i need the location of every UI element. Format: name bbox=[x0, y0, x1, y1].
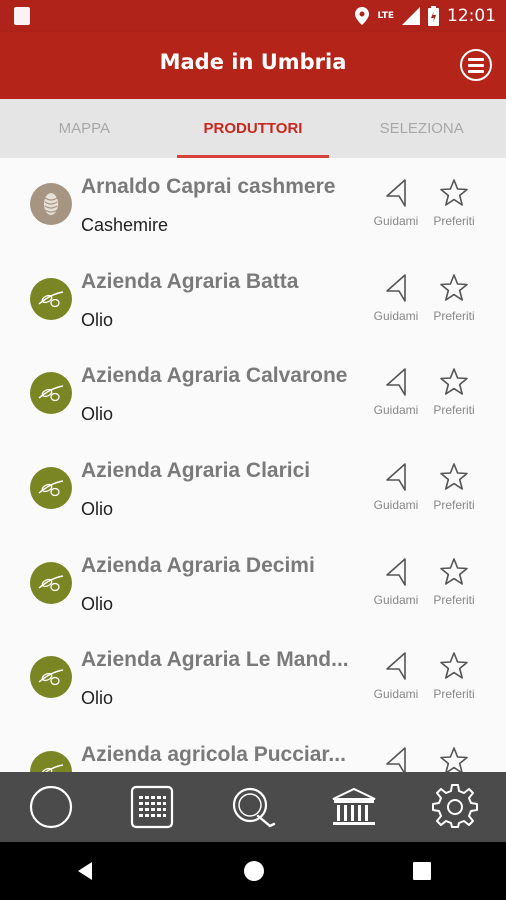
guidami-button[interactable]: Guidami bbox=[368, 651, 424, 701]
guidami-button[interactable]: Guidami bbox=[368, 462, 424, 512]
producer-name: Azienda agricola Pucciar... bbox=[81, 743, 346, 767]
recents-icon[interactable] bbox=[412, 861, 432, 881]
preferiti-button[interactable]: Preferiti bbox=[426, 462, 482, 512]
back-icon[interactable] bbox=[74, 860, 96, 882]
preferiti-button[interactable]: Preferiti bbox=[426, 746, 482, 772]
list-item[interactable]: Azienda Agraria Calvarone Olio Guidami P… bbox=[0, 347, 506, 442]
navigate-icon bbox=[386, 557, 406, 586]
list-item[interactable]: Azienda Agraria Decimi Olio Guidami Pref… bbox=[0, 537, 506, 632]
producer-name: Azienda Agraria Clarici bbox=[81, 459, 311, 483]
settings-gear-icon[interactable] bbox=[430, 782, 480, 832]
circle-icon[interactable] bbox=[26, 782, 76, 832]
guidami-label: Guidami bbox=[373, 687, 419, 702]
list-item[interactable]: Azienda Agraria Le Mand... Olio Guidami … bbox=[0, 631, 506, 726]
preferiti-label: Preferiti bbox=[433, 687, 475, 702]
producer-name: Azienda Agraria Batta bbox=[81, 269, 299, 293]
guidami-label: Guidami bbox=[373, 308, 419, 323]
calendar-grid-icon[interactable] bbox=[127, 782, 177, 832]
olive-icon bbox=[30, 656, 72, 699]
star-icon bbox=[440, 747, 468, 772]
producer-category: Olio bbox=[81, 404, 114, 425]
preferiti-button[interactable]: Preferiti bbox=[426, 557, 482, 607]
producer-category: Olio bbox=[81, 688, 114, 709]
producer-list: Arnaldo Caprai cashmere Cashemire Guidam… bbox=[0, 158, 506, 772]
app-bar: Made in Umbria bbox=[0, 32, 506, 99]
list-item[interactable]: Azienda Agraria Clarici Olio Guidami Pre… bbox=[0, 442, 506, 537]
guidami-label: Guidami bbox=[373, 498, 419, 513]
museum-icon[interactable] bbox=[329, 782, 379, 832]
olive-icon bbox=[30, 751, 72, 772]
battery-icon bbox=[428, 6, 439, 26]
status-right: LTE 12:01 bbox=[355, 6, 496, 26]
list-item[interactable]: Azienda Agraria Batta Olio Guidami Prefe… bbox=[0, 253, 506, 348]
producer-category: Olio bbox=[81, 309, 114, 330]
preferiti-label: Preferiti bbox=[433, 308, 475, 323]
guidami-button[interactable]: Guidami bbox=[368, 746, 424, 772]
guidami-button[interactable]: Guidami bbox=[368, 557, 424, 607]
star-icon bbox=[440, 273, 468, 301]
guidami-button[interactable]: Guidami bbox=[368, 273, 424, 323]
navigate-icon bbox=[386, 747, 406, 772]
guidami-button[interactable]: Guidami bbox=[368, 178, 424, 228]
preferiti-label: Preferiti bbox=[433, 592, 475, 607]
list-item[interactable]: Azienda agricola Pucciar... Guidami Pref… bbox=[0, 726, 506, 772]
producer-name: Arnaldo Caprai cashmere bbox=[81, 175, 336, 198]
navigate-icon bbox=[386, 368, 406, 397]
location-icon bbox=[355, 7, 370, 25]
tab-mappa[interactable]: MAPPA bbox=[0, 99, 169, 158]
tab-bar: MAPPA PRODUTTORI SELEZIONA bbox=[0, 99, 506, 158]
preferiti-button[interactable]: Preferiti bbox=[426, 178, 482, 228]
clock: 12:01 bbox=[447, 6, 496, 26]
olive-icon bbox=[30, 277, 72, 320]
search-q-icon[interactable] bbox=[228, 782, 278, 832]
star-icon bbox=[440, 179, 468, 206]
star-icon bbox=[440, 463, 468, 490]
producer-category: Olio bbox=[81, 593, 114, 614]
olive-icon bbox=[30, 467, 72, 510]
preferiti-button[interactable]: Preferiti bbox=[426, 273, 482, 323]
guidami-button[interactable]: Guidami bbox=[368, 367, 424, 417]
preferiti-button[interactable]: Preferiti bbox=[426, 367, 482, 417]
guidami-label: Guidami bbox=[373, 592, 419, 607]
preferiti-label: Preferiti bbox=[433, 403, 475, 418]
cashmere-icon bbox=[30, 183, 72, 225]
star-icon bbox=[440, 557, 468, 585]
status-bar: LTE 12:01 bbox=[0, 0, 506, 32]
producer-name: Azienda Agraria Decimi bbox=[81, 553, 315, 577]
preferiti-label: Preferiti bbox=[433, 498, 475, 513]
preferiti-label: Preferiti bbox=[433, 214, 475, 228]
navigate-icon bbox=[386, 273, 406, 302]
producer-category: Cashemire bbox=[81, 215, 169, 235]
guidami-label: Guidami bbox=[373, 214, 419, 228]
olive-icon bbox=[30, 372, 72, 415]
system-nav-bar bbox=[0, 842, 506, 900]
list-item[interactable]: Arnaldo Caprai cashmere Cashemire Guidam… bbox=[0, 158, 506, 253]
bottom-nav bbox=[0, 772, 506, 842]
app-title: Made in Umbria bbox=[159, 50, 347, 74]
home-icon[interactable] bbox=[243, 860, 265, 882]
producer-category: Olio bbox=[81, 499, 114, 520]
olive-icon bbox=[30, 561, 72, 604]
guidami-label: Guidami bbox=[373, 403, 419, 418]
star-icon bbox=[440, 652, 468, 680]
tab-produttori[interactable]: PRODUTTORI bbox=[169, 99, 338, 158]
preferiti-button[interactable]: Preferiti bbox=[426, 651, 482, 701]
network-type: LTE bbox=[377, 11, 394, 21]
sim-card-icon bbox=[14, 7, 30, 25]
navigate-icon bbox=[386, 652, 406, 681]
producer-name: Azienda Agraria Calvarone bbox=[81, 364, 348, 388]
producer-name: Azienda Agraria Le Mand... bbox=[81, 648, 349, 672]
menu-icon[interactable] bbox=[460, 49, 492, 81]
star-icon bbox=[440, 368, 468, 396]
tab-seleziona[interactable]: SELEZIONA bbox=[337, 99, 506, 158]
navigate-icon bbox=[386, 463, 406, 491]
signal-icon bbox=[402, 7, 420, 25]
navigate-icon bbox=[386, 179, 406, 207]
